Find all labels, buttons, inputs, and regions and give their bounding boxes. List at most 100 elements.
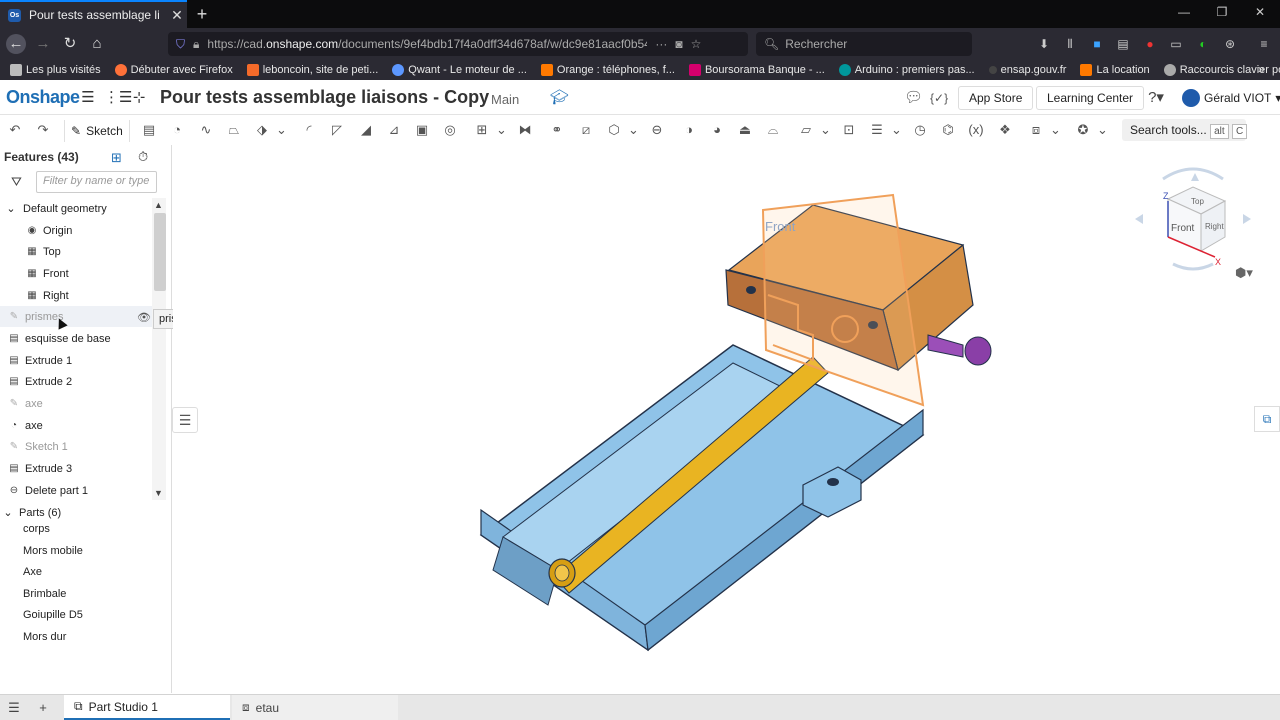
purple-screw-shank[interactable] xyxy=(927,334,964,358)
feature-extrude-1[interactable]: ▤ Extrude 1 xyxy=(0,350,152,371)
library-icon[interactable]: ⫴ xyxy=(1062,36,1078,52)
bookmark-item[interactable]: Les plus visités xyxy=(10,64,101,76)
bookmark-star-icon[interactable]: ☆ xyxy=(691,37,702,51)
part-item[interactable]: Mors dur xyxy=(0,626,152,647)
home-icon[interactable]: ⌂ xyxy=(87,34,107,54)
offset-surface-icon[interactable]: ⏏ xyxy=(736,121,754,139)
add-tab-icon[interactable]: + xyxy=(34,699,52,717)
delete-part-icon[interactable]: ⊖ xyxy=(648,121,666,139)
add-folder-icon[interactable]: ⊞ xyxy=(111,150,122,166)
reader-icon[interactable]: ▤ xyxy=(1115,36,1131,52)
transform-icon[interactable]: ⬡ xyxy=(605,121,623,139)
view-cube-arrow-icon[interactable] xyxy=(1243,214,1251,224)
feature-list-icon[interactable]: ⋮☰ xyxy=(104,89,132,107)
dropdown-icon[interactable]: ⌄ xyxy=(820,121,831,139)
model-render[interactable]: Front xyxy=(173,145,1280,693)
feature-filter-input[interactable]: Filter by name or type xyxy=(36,171,157,193)
feature-axe-sketch[interactable]: ✎ axe xyxy=(0,393,152,414)
close-tab-icon[interactable]: ✕ xyxy=(167,7,187,24)
adblock-icon[interactable]: ● xyxy=(1142,36,1158,52)
thicken-icon[interactable]: ⬗ xyxy=(253,121,271,139)
scrollbar-thumb[interactable] xyxy=(154,213,166,291)
boolean-icon[interactable]: ⚭ xyxy=(548,121,566,139)
tab-manager-icon[interactable]: ☰ xyxy=(5,699,23,717)
app-store-button[interactable]: App Store xyxy=(958,86,1034,110)
part-item[interactable]: Brimbale xyxy=(0,583,152,604)
search-tools-field[interactable]: Search tools... alt C xyxy=(1122,119,1248,141)
learning-center-button[interactable]: Learning Center xyxy=(1036,86,1145,110)
bookmark-item[interactable]: Orange : téléphones, f... xyxy=(540,64,675,76)
cad-import-icon[interactable]: ❖ xyxy=(996,121,1014,139)
sketch-button[interactable]: ✎ Sketch xyxy=(64,120,130,142)
sheet-metal-icon[interactable]: ☰ xyxy=(868,121,886,139)
sweep-icon[interactable]: ∿ xyxy=(197,121,215,139)
scroll-up-icon[interactable]: ▲ xyxy=(154,200,163,210)
feature-list-toggle-icon[interactable]: ☰ xyxy=(172,407,198,433)
tab-part-studio-1[interactable]: ⧉ Part Studio 1 xyxy=(64,695,230,720)
extension-icon[interactable]: ■ xyxy=(1089,36,1105,52)
redo-icon[interactable]: ↷ xyxy=(34,121,52,139)
minimize-window-icon[interactable]: — xyxy=(1174,5,1194,19)
chamfer-icon[interactable]: ◸ xyxy=(328,121,346,139)
view-cube[interactable]: Top Front Right Z X xyxy=(1133,159,1253,279)
mirror-icon[interactable]: ⧓ xyxy=(516,121,534,139)
bookmark-item[interactable]: La location xyxy=(1080,64,1150,76)
pattern-icon[interactable]: ⊞ xyxy=(473,121,491,139)
configurations-icon[interactable]: ⊹ xyxy=(130,89,148,107)
rib-icon[interactable]: ⊿ xyxy=(385,121,403,139)
browser-tab-active[interactable]: Os Pour tests assemblage liaisons ✕ xyxy=(0,0,187,28)
feature-extrude-2[interactable]: ▤ Extrude 2 xyxy=(0,371,152,392)
draft-icon[interactable]: ◢ xyxy=(357,121,375,139)
bookmark-item[interactable]: leboncoin, site de peti... xyxy=(246,64,378,76)
pocket-icon[interactable]: ◙ xyxy=(675,37,682,51)
part-item[interactable]: Mors mobile xyxy=(0,540,152,561)
feature-extrude-3[interactable]: ▤ Extrude 3 xyxy=(0,458,152,479)
dropdown-icon[interactable]: ⌄ xyxy=(1050,121,1061,139)
comment-icon[interactable]: 💬︎ xyxy=(904,89,923,107)
view-cube-arrow-icon[interactable] xyxy=(1135,214,1143,224)
feature-sketch-1[interactable]: ✎ Sketch 1 xyxy=(0,436,152,457)
hole-icon[interactable]: ◎ xyxy=(441,121,459,139)
plane-icon[interactable]: ▱ xyxy=(797,121,815,139)
frame-icon[interactable]: ⧈ xyxy=(1027,121,1045,139)
restore-window-icon[interactable]: ❐ xyxy=(1212,5,1232,19)
url-bar[interactable]: ⛉ 🔒︎ https://cad.onshape.com/documents/9… xyxy=(168,32,748,56)
forward-arrow-icon[interactable]: → xyxy=(33,34,53,54)
enclose-icon[interactable]: ⌓ xyxy=(764,121,782,139)
view-options-icon[interactable]: ⬢▾ xyxy=(1235,265,1253,281)
part-item[interactable]: corps xyxy=(0,518,152,539)
sync-icon[interactable]: ⊛ xyxy=(1222,36,1238,52)
part-item[interactable]: Axe xyxy=(0,561,152,582)
chevron-down-icon[interactable]: ⌄ xyxy=(4,202,18,215)
filter-icon[interactable]: ⛛ xyxy=(11,174,22,190)
tab-etau[interactable]: ⧈ etau xyxy=(232,695,398,720)
dropdown-icon[interactable]: ⌄ xyxy=(276,121,287,139)
hide-eye-icon[interactable]: 👁︎ xyxy=(137,311,151,324)
feature-origin[interactable]: ◉ Origin xyxy=(0,220,152,241)
lock-icon[interactable]: 🔒︎ xyxy=(193,37,199,52)
part-item[interactable]: Goiupille D5 xyxy=(0,604,152,625)
onshape-logo[interactable]: Onshape xyxy=(6,87,80,108)
custom-features-icon[interactable]: ✪ xyxy=(1074,121,1092,139)
dropdown-icon[interactable]: ⌄ xyxy=(891,121,902,139)
rotate-arc-icon[interactable] xyxy=(1172,262,1214,271)
section-icon[interactable]: ⌬ xyxy=(939,121,957,139)
appearance-panel-icon[interactable]: ⧉ xyxy=(1254,406,1280,432)
mate-connector-icon[interactable]: ⊡ xyxy=(840,121,858,139)
back-arrow-icon[interactable]: ← xyxy=(6,34,26,54)
variable-icon[interactable]: (x) xyxy=(967,121,985,139)
user-menu[interactable]: Gérald VIOT ▾ xyxy=(1182,89,1280,107)
addon-icon[interactable]: ◐ xyxy=(1195,36,1211,52)
revolve-icon[interactable]: ◔ xyxy=(168,121,186,139)
bookmark-item[interactable]: Débuter avec Firefox xyxy=(114,64,233,76)
branch-label[interactable]: Main xyxy=(491,92,519,107)
view-cube-arrow-icon[interactable] xyxy=(1191,173,1199,181)
feature-axe-revolve[interactable]: ◔ axe xyxy=(0,415,152,436)
close-window-icon[interactable]: ✕ xyxy=(1250,5,1270,19)
dropdown-icon[interactable]: ⌄ xyxy=(496,121,507,139)
rollback-timer-icon[interactable]: ⏱︎ xyxy=(138,149,148,165)
feature-esquisse-de-base[interactable]: ▤ esquisse de base xyxy=(0,328,152,349)
replace-face-icon[interactable]: ◕ xyxy=(708,121,726,139)
bookmark-item[interactable]: ensap.gouv.fr xyxy=(988,64,1066,76)
graduation-cap-icon[interactable]: 🎓︎ xyxy=(550,89,569,107)
